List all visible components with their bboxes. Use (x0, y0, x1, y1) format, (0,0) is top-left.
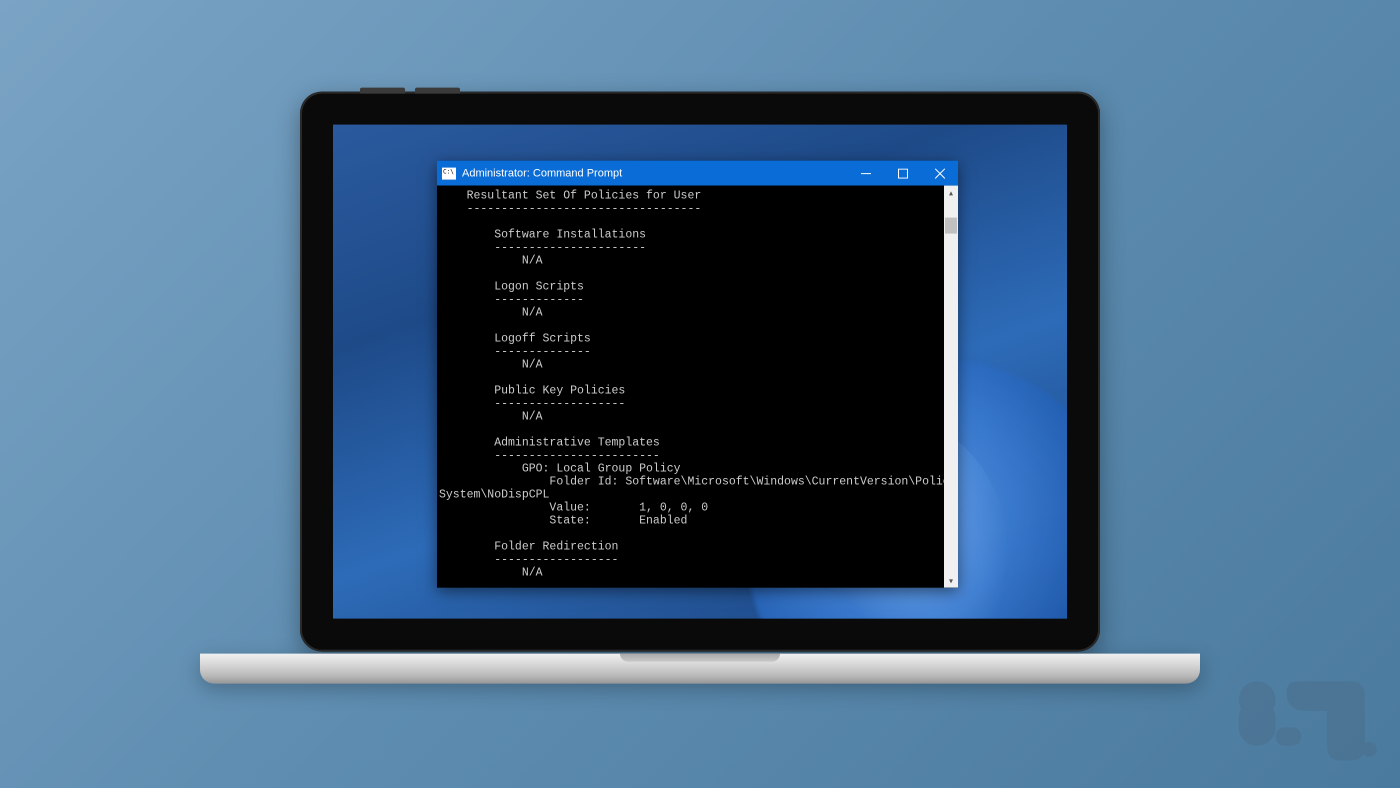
laptop-base (200, 654, 1200, 684)
scrollbar[interactable]: ▴ ▾ (944, 186, 958, 588)
gt-watermark-logo (1230, 674, 1380, 766)
minimize-icon (861, 168, 871, 178)
laptop-top-buttons (360, 88, 460, 94)
scroll-down-button[interactable]: ▾ (944, 574, 958, 588)
window-controls (847, 161, 958, 186)
laptop-frame: Administrator: Command Prompt (300, 92, 1100, 652)
close-button[interactable] (921, 161, 958, 186)
scroll-up-button[interactable]: ▴ (944, 186, 958, 200)
titlebar[interactable]: Administrator: Command Prompt (437, 161, 958, 186)
close-icon (935, 168, 945, 178)
window-title: Administrator: Command Prompt (462, 167, 847, 179)
minimize-button[interactable] (847, 161, 884, 186)
scroll-thumb[interactable] (945, 218, 957, 234)
terminal-body: Resultant Set Of Policies for User -----… (437, 186, 958, 588)
laptop-bezel: Administrator: Command Prompt (300, 92, 1100, 652)
maximize-button[interactable] (884, 161, 921, 186)
terminal-output[interactable]: Resultant Set Of Policies for User -----… (437, 186, 944, 588)
maximize-icon (898, 168, 908, 178)
cmd-icon (442, 167, 456, 179)
command-prompt-window: Administrator: Command Prompt (437, 161, 958, 588)
laptop-screen: Administrator: Command Prompt (333, 125, 1067, 619)
scroll-track[interactable] (944, 200, 958, 574)
